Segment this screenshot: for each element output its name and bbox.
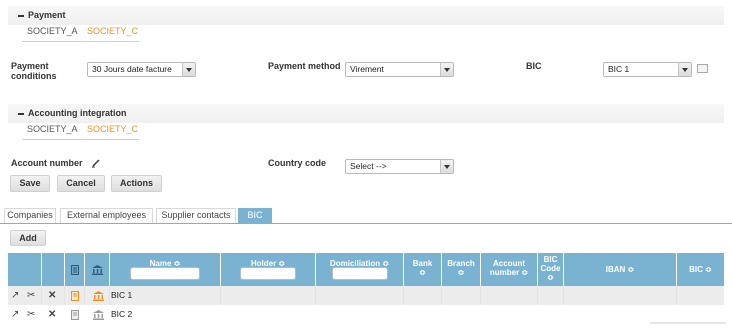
header-bank[interactable]: Bank ≎ bbox=[404, 253, 442, 286]
holder-filter-input[interactable] bbox=[240, 267, 296, 280]
payment-tab-society-c[interactable]: SOCIETY_C bbox=[87, 26, 138, 36]
tabs-underline bbox=[0, 223, 732, 224]
accounting-tab-society-c[interactable]: SOCIETY_C bbox=[87, 124, 138, 134]
header-account-number[interactable]: Account number ≎ bbox=[481, 253, 538, 286]
domiciliation-filter-input[interactable] bbox=[331, 267, 388, 280]
accounting-tabs-underline bbox=[22, 139, 139, 140]
payment-conditions-select[interactable]: 30 Jours date facture bbox=[87, 62, 196, 77]
header-actions-col bbox=[8, 253, 42, 286]
header-delete-col bbox=[42, 253, 65, 286]
chevron-down-icon bbox=[182, 63, 195, 76]
tab-external-employees[interactable]: External employees bbox=[60, 208, 153, 223]
header-branch-label: Branch ≎ bbox=[447, 259, 475, 277]
accounting-title-text: Accounting integration bbox=[28, 108, 127, 118]
horizontal-scrollbar[interactable] bbox=[650, 322, 726, 324]
header-holder[interactable]: Holder ≎ bbox=[221, 253, 316, 286]
tab-bic[interactable]: BIC bbox=[238, 208, 272, 223]
country-code-label: Country code bbox=[268, 158, 327, 168]
chevron-down-icon bbox=[440, 160, 453, 173]
header-document-col bbox=[65, 253, 85, 286]
payment-method-value: Virement bbox=[350, 64, 384, 74]
country-code-value: Select --> bbox=[350, 161, 387, 171]
save-button[interactable]: Save bbox=[10, 175, 50, 192]
name-filter-input[interactable] bbox=[130, 267, 200, 280]
header-iban-label: IBAN ≎ bbox=[605, 265, 635, 274]
document-icon[interactable] bbox=[71, 310, 79, 320]
bank-icon[interactable] bbox=[93, 310, 104, 320]
collapse-icon bbox=[18, 14, 24, 17]
header-bank-label: Bank ≎ bbox=[412, 259, 433, 277]
tab-companies[interactable]: Companies bbox=[4, 208, 56, 223]
delete-icon[interactable]: ✕ bbox=[48, 286, 56, 305]
delete-icon[interactable]: ✕ bbox=[48, 305, 56, 324]
header-bank-col bbox=[85, 253, 110, 286]
open-external-icon[interactable]: ↗ bbox=[11, 286, 19, 305]
edit-pencil-icon[interactable] bbox=[91, 158, 101, 168]
payment-tab-society-a[interactable]: SOCIETY_A bbox=[27, 26, 78, 36]
payment-tabs-underline bbox=[22, 41, 139, 42]
row-name: BIC 2 bbox=[111, 309, 133, 319]
bic-select[interactable]: BIC 1 bbox=[603, 62, 692, 77]
chevron-down-icon bbox=[440, 63, 453, 76]
payment-section-header[interactable]: Payment bbox=[8, 6, 724, 25]
header-name[interactable]: Name ≎ bbox=[110, 253, 221, 286]
open-external-icon[interactable]: ↗ bbox=[11, 305, 19, 324]
bank-icon bbox=[92, 265, 103, 275]
header-bic-label: BIC ≎ bbox=[689, 265, 712, 274]
add-button[interactable]: Add bbox=[10, 230, 46, 246]
payment-conditions-value: 30 Jours date facture bbox=[92, 64, 172, 74]
header-bic[interactable]: BIC ≎ bbox=[677, 253, 724, 286]
table-row[interactable]: ↗ ✂ ✕ BIC 2 bbox=[8, 305, 724, 324]
table-row[interactable]: ↗ ✂ ✕ BIC 1 bbox=[8, 286, 724, 305]
payment-method-select[interactable]: Virement bbox=[345, 62, 454, 77]
tab-supplier-contacts[interactable]: Supplier contacts bbox=[156, 208, 236, 223]
bic-value: BIC 1 bbox=[608, 64, 630, 74]
accounting-section-header[interactable]: Accounting integration bbox=[8, 104, 724, 123]
country-code-select[interactable]: Select --> bbox=[345, 159, 454, 174]
header-domiciliation[interactable]: Domiciliation ≎ bbox=[316, 253, 404, 286]
bic-detail-icon[interactable] bbox=[697, 64, 708, 73]
accounting-tab-society-a[interactable]: SOCIETY_A bbox=[27, 124, 78, 134]
bic-label: BIC bbox=[526, 61, 542, 71]
document-icon bbox=[71, 265, 79, 275]
tools-icon[interactable]: ✂ bbox=[27, 286, 35, 305]
payment-section-title: Payment bbox=[18, 10, 66, 20]
bank-icon[interactable] bbox=[93, 291, 104, 301]
chevron-down-icon bbox=[678, 63, 691, 76]
payment-title-text: Payment bbox=[28, 10, 66, 20]
collapse-icon bbox=[18, 112, 24, 115]
actions-button[interactable]: Actions bbox=[111, 175, 162, 192]
accounting-section-title: Accounting integration bbox=[18, 108, 127, 118]
header-bic-code[interactable]: BIC Code ≎ bbox=[538, 253, 564, 286]
header-branch[interactable]: Branch ≎ bbox=[442, 253, 481, 286]
payment-conditions-label: Payment conditions bbox=[11, 61, 57, 81]
header-account-number-label: Account number ≎ bbox=[489, 259, 529, 277]
cancel-button[interactable]: Cancel bbox=[57, 175, 105, 192]
payment-method-label: Payment method bbox=[268, 61, 341, 71]
account-number-label: Account number bbox=[11, 158, 83, 168]
row-name: BIC 1 bbox=[111, 290, 133, 300]
document-icon[interactable] bbox=[71, 291, 79, 301]
header-bic-code-label: BIC Code ≎ bbox=[540, 255, 561, 282]
tools-icon[interactable]: ✂ bbox=[27, 305, 35, 324]
header-iban[interactable]: IBAN ≎ bbox=[564, 253, 677, 286]
